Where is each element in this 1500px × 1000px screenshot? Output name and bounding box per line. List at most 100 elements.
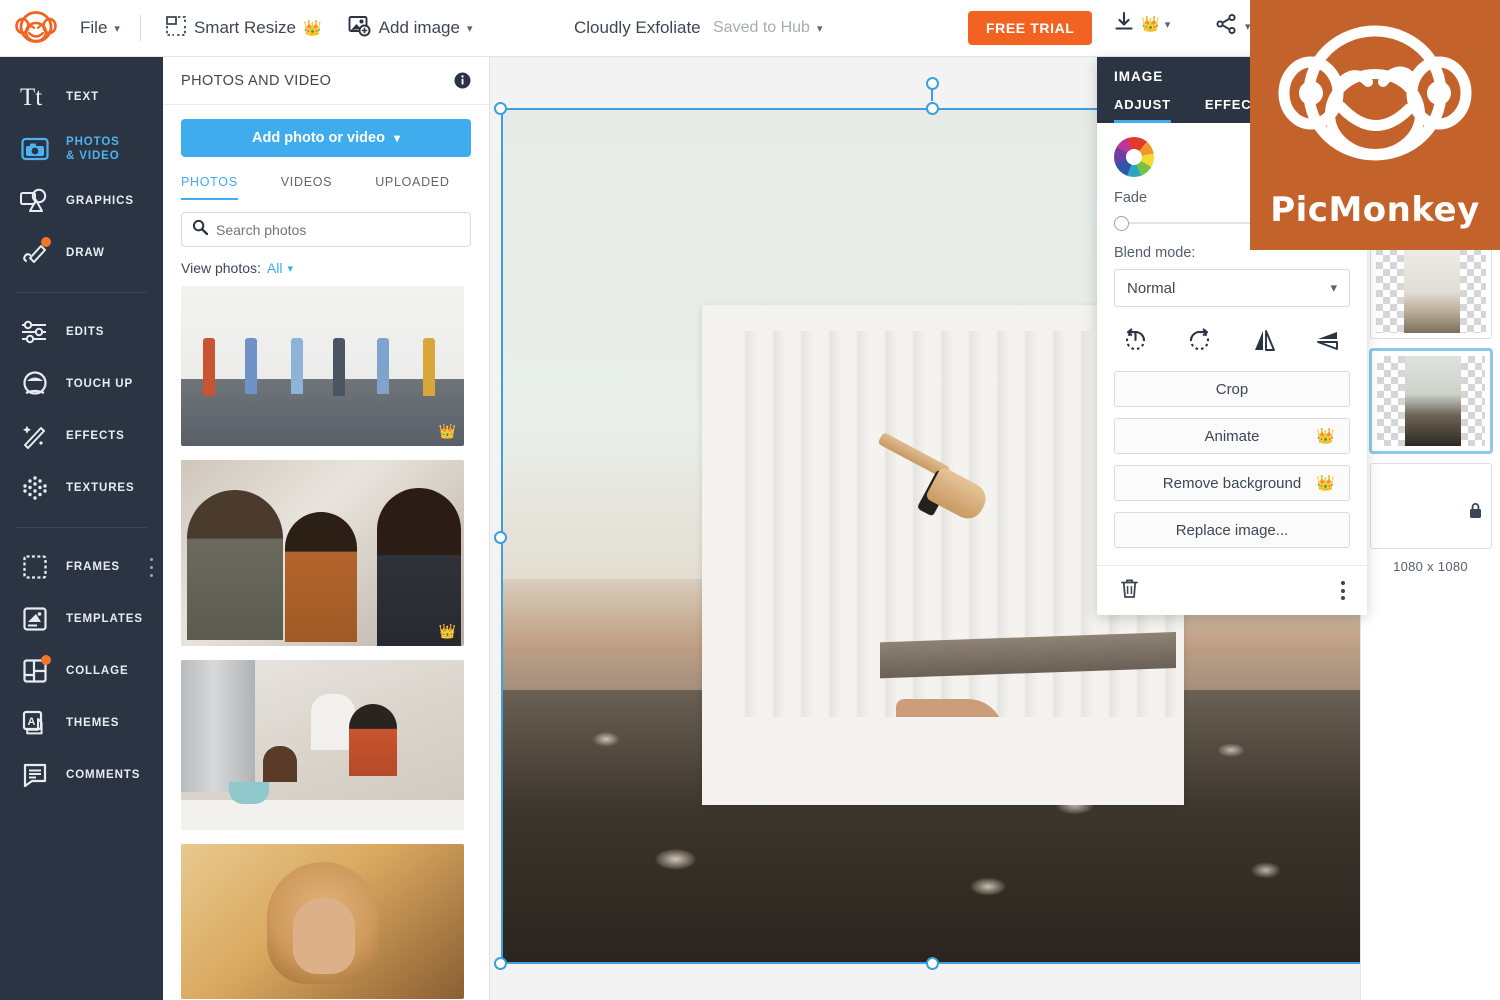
- crown-premium-icon: 👑: [302, 19, 322, 37]
- fade-slider-knob[interactable]: [1114, 216, 1129, 231]
- sidebar-item-effects[interactable]: EFFECTS: [0, 410, 163, 462]
- layer-thumbnail[interactable]: [1370, 235, 1492, 339]
- flip-vertical-icon[interactable]: [1314, 325, 1344, 355]
- photos-and-video-panel: PHOTOS AND VIDEO Add photo or video ▾ PH…: [163, 57, 490, 1000]
- download-icon: [1112, 10, 1136, 39]
- rotate-right-icon[interactable]: [1185, 325, 1215, 355]
- add-image-label: Add image: [378, 18, 460, 37]
- text-tt-icon: Tt: [18, 81, 52, 113]
- flip-horizontal-icon[interactable]: [1249, 325, 1279, 355]
- chevron-down-icon: ▾: [466, 22, 473, 35]
- add-photo-or-video-button[interactable]: Add photo or video ▾: [181, 119, 471, 157]
- download-button[interactable]: 👑 ▾: [1112, 10, 1170, 39]
- photos-video-icon: [18, 133, 52, 165]
- save-status-label: Saved to Hub: [713, 19, 810, 36]
- info-circle-icon[interactable]: [454, 72, 471, 89]
- image-tool-footer: [1097, 565, 1367, 615]
- share-icon: [1214, 12, 1238, 41]
- sliders-icon: [18, 316, 52, 348]
- layer-thumbnail[interactable]: [1370, 349, 1492, 453]
- rotate-left-icon[interactable]: [1120, 325, 1150, 355]
- layer-art: [1404, 241, 1460, 333]
- new-badge-dot: [41, 655, 51, 665]
- sidebar-item-comments[interactable]: COMMENTS: [0, 749, 163, 801]
- sidebar-item-textures[interactable]: TEXTURES: [0, 462, 163, 514]
- search-magnifier-icon: [192, 219, 209, 240]
- search-photos-field[interactable]: [181, 212, 471, 247]
- photo-thumbnail[interactable]: 👑: [181, 460, 464, 646]
- sidebar-item-label: TEXTURES: [66, 481, 135, 494]
- new-badge-dot: [41, 237, 51, 247]
- save-status-dropdown[interactable]: Saved to Hub ▾: [713, 19, 822, 37]
- chevron-down-icon: ▾: [816, 22, 823, 35]
- free-trial-button[interactable]: FREE TRIAL: [968, 11, 1093, 45]
- file-menu-button[interactable]: File ▾: [70, 8, 130, 48]
- view-photos-label: View photos:: [181, 260, 261, 276]
- sidebar-item-label: TOUCH UP: [66, 377, 134, 390]
- blend-mode-value: Normal: [1127, 279, 1176, 297]
- resize-handle-bottom-left[interactable]: [494, 957, 507, 970]
- sidebar-item-label: EDITS: [66, 325, 105, 338]
- layer-thumbnail-canvas[interactable]: [1370, 463, 1492, 549]
- resize-handle-bottom[interactable]: [926, 957, 939, 970]
- photo-thumbnail[interactable]: [181, 660, 464, 830]
- view-photos-value: All: [266, 260, 283, 276]
- resize-handle-top[interactable]: [926, 102, 939, 115]
- replace-image-button[interactable]: Replace image...: [1114, 512, 1350, 548]
- svg-text:Tt: Tt: [20, 84, 42, 110]
- sidebar-item-templates[interactable]: TEMPLATES: [0, 593, 163, 645]
- blend-mode-select[interactable]: Normal ▾: [1114, 269, 1350, 307]
- panel-resize-grip[interactable]: [150, 558, 153, 577]
- crown-premium-icon: 👑: [1316, 427, 1335, 445]
- trash-can-icon[interactable]: [1119, 577, 1140, 605]
- rotate-handle-stem: [931, 89, 933, 101]
- sidebar-item-themes[interactable]: A THEMES: [0, 697, 163, 749]
- tab-videos[interactable]: VIDEOS: [281, 168, 332, 200]
- crown-premium-icon: 👑: [438, 623, 456, 639]
- color-wheel-icon[interactable]: [1114, 137, 1154, 177]
- search-input[interactable]: [216, 221, 460, 238]
- sidebar-item-touch-up[interactable]: TOUCH UP: [0, 358, 163, 410]
- animate-label: Animate: [1204, 427, 1260, 445]
- photo-thumbnail[interactable]: 👑: [181, 286, 464, 446]
- sidebar-item-edits[interactable]: EDITS: [0, 306, 163, 358]
- sidebar-item-draw[interactable]: DRAW: [0, 227, 163, 279]
- photo-thumbnail[interactable]: [181, 844, 464, 999]
- svg-text:A: A: [28, 716, 36, 728]
- tab-uploaded[interactable]: UPLOADED: [375, 168, 449, 200]
- crown-premium-icon: 👑: [438, 423, 456, 439]
- picmonkey-monkey-logo[interactable]: [14, 9, 58, 47]
- sidebar-item-label: PHOTOS & VIDEO: [66, 135, 120, 162]
- add-image-button[interactable]: Add image ▾: [338, 8, 483, 48]
- animate-button[interactable]: Animate 👑: [1114, 418, 1350, 454]
- sidebar-item-photos-video[interactable]: PHOTOS & VIDEO: [0, 123, 163, 175]
- sidebar-item-label: GRAPHICS: [66, 194, 134, 207]
- panel-header: PHOTOS AND VIDEO: [163, 57, 489, 105]
- comments-bubble-icon: [18, 759, 52, 791]
- sidebar-item-frames[interactable]: FRAMES: [0, 541, 163, 593]
- picmonkey-editor-window: File ▾ Smart Resize 👑 Add image ▾ Cloudl…: [0, 0, 1500, 1000]
- magic-wand-icon: [18, 420, 52, 452]
- smart-resize-label: Smart Resize: [193, 18, 296, 37]
- view-photos-dropdown[interactable]: All ▾: [267, 260, 293, 276]
- sidebar-item-label: TEXT: [66, 90, 99, 103]
- panel-title: PHOTOS AND VIDEO: [181, 72, 332, 89]
- draw-pencil-icon: [18, 237, 52, 269]
- tab-photos[interactable]: PHOTOS: [181, 168, 238, 200]
- crop-button[interactable]: Crop: [1114, 371, 1350, 407]
- add-image-icon: [348, 15, 372, 42]
- tab-adjust[interactable]: ADJUST: [1114, 97, 1171, 123]
- resize-handle-top-left[interactable]: [494, 102, 507, 115]
- file-menu-label: File: [80, 18, 108, 37]
- share-button[interactable]: ▾: [1214, 12, 1251, 41]
- remove-background-button[interactable]: Remove background 👑: [1114, 465, 1350, 501]
- sidebar-item-collage[interactable]: COLLAGE: [0, 645, 163, 697]
- sidebar-item-graphics[interactable]: GRAPHICS: [0, 175, 163, 227]
- sidebar-item-text[interactable]: Tt TEXT: [0, 71, 163, 123]
- rotate-handle-icon[interactable]: [926, 77, 939, 90]
- smart-resize-button[interactable]: Smart Resize 👑: [155, 8, 332, 48]
- resize-handle-left[interactable]: [494, 531, 507, 544]
- toolbar-divider: [139, 15, 141, 41]
- kebab-menu-icon[interactable]: [1341, 581, 1345, 600]
- left-sidebar-nav: Tt TEXT PHOTOS & VIDEO GRAPHICS DRAW EDI…: [0, 57, 163, 1000]
